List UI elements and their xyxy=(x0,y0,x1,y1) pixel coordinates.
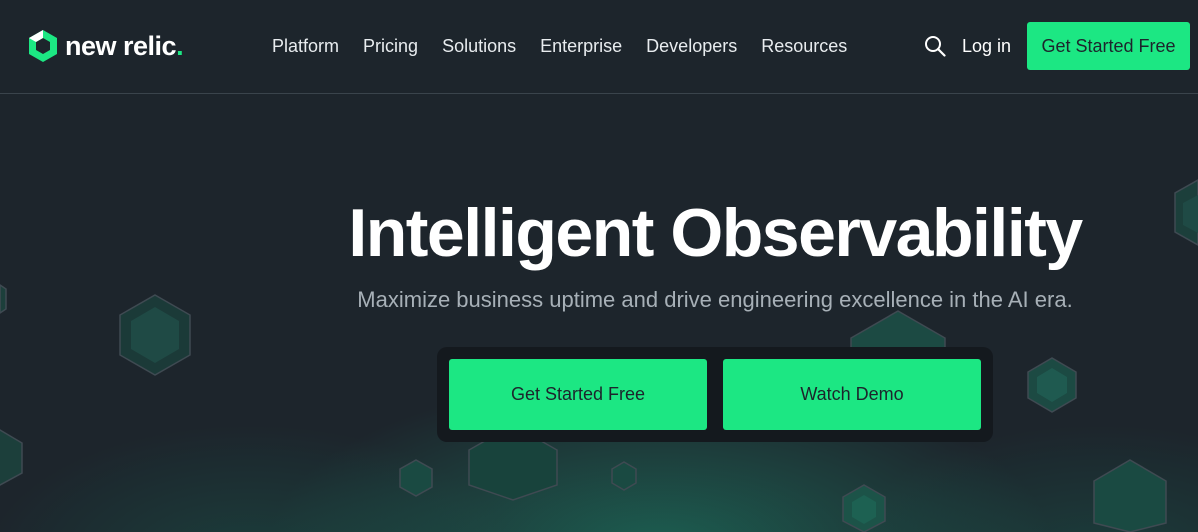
brand-dot: . xyxy=(176,31,184,61)
watch-demo-button[interactable]: Watch Demo xyxy=(723,359,981,430)
nav-item-resources[interactable]: Resources xyxy=(761,34,847,58)
hexagon-decoration xyxy=(0,429,23,486)
search-icon[interactable] xyxy=(924,35,946,57)
nav-item-enterprise[interactable]: Enterprise xyxy=(540,34,622,58)
site-header: new relic. Platform Pricing Solutions En… xyxy=(0,0,1198,94)
hexagon-decoration xyxy=(399,459,433,497)
nav-item-pricing[interactable]: Pricing xyxy=(363,34,418,58)
nav-item-platform[interactable]: Platform xyxy=(272,34,339,58)
hero-subtitle: Maximize business uptime and drive engin… xyxy=(357,287,1073,312)
login-link[interactable]: Log in xyxy=(962,34,1011,58)
hero-title: Intelligent Observability xyxy=(348,195,1083,271)
hero-cta-panel: Get Started Free Watch Demo xyxy=(437,347,993,442)
hexagon-decoration xyxy=(1093,459,1167,532)
hexagon-decoration xyxy=(611,461,637,491)
main-nav: Platform Pricing Solutions Enterprise De… xyxy=(272,34,871,58)
nav-item-developers[interactable]: Developers xyxy=(646,34,737,58)
get-started-free-button[interactable]: Get Started Free xyxy=(449,359,707,430)
get-started-free-button-header[interactable]: Get Started Free xyxy=(1027,22,1190,70)
hero-section: Intelligent Observability Maximize busin… xyxy=(0,95,1198,532)
new-relic-logo[interactable]: new relic. xyxy=(28,29,184,63)
brand-name: new relic xyxy=(65,31,177,61)
nav-item-solutions[interactable]: Solutions xyxy=(442,34,516,58)
new-relic-logo-icon xyxy=(29,30,57,62)
page: new relic. Platform Pricing Solutions En… xyxy=(0,0,1198,532)
